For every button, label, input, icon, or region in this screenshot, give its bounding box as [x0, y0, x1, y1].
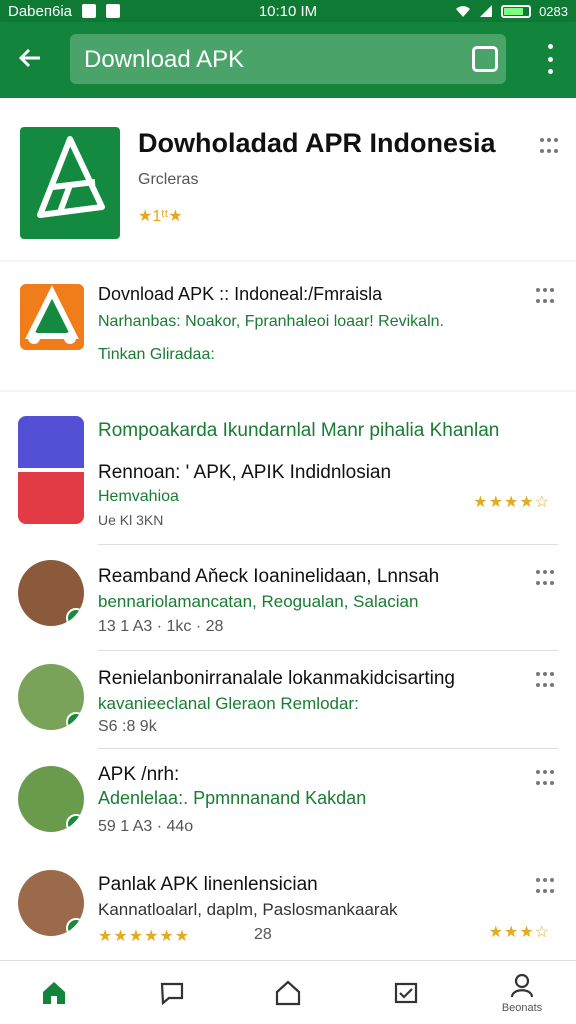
item-meta: 59 1 A3 · 44o	[98, 818, 194, 835]
nav-profile[interactable]: Beonats	[474, 961, 570, 1024]
rating-stars: ★1ᵗᵗ★	[138, 208, 183, 225]
item-title: Panlak APK linenlensician	[98, 874, 318, 895]
item-meta: 13 1 A3 · 1kc · 28	[98, 618, 224, 635]
app-notification-icon	[106, 4, 120, 18]
status-bar: Dabeп6ia 10:10 IM 0283	[0, 0, 576, 22]
list-item[interactable]: ✓ Panlak APK linenlensician Kannatloalar…	[0, 862, 576, 960]
more-options-icon[interactable]	[536, 878, 554, 896]
verified-check-icon: ✓	[66, 712, 84, 730]
wifi-icon	[456, 6, 471, 17]
bottom-nav: Beonats	[0, 960, 576, 1024]
chat-icon	[160, 982, 184, 1006]
store-icon	[275, 980, 301, 1006]
featured-meta: Tinkan Gliradaa:	[98, 346, 215, 363]
verified-check-icon: ✓	[66, 918, 84, 936]
more-options-icon[interactable]	[536, 770, 554, 788]
verified-check-icon: ✓	[66, 814, 84, 832]
featured-subtitle: Narhanbas: Noakor, Fpranhaleoi loaar! Re…	[98, 313, 444, 330]
divider	[98, 544, 558, 545]
rating-stars-right: ★★★☆	[488, 924, 550, 941]
item-meta: 28	[254, 926, 272, 943]
developer-name[interactable]: Grclerаs	[138, 171, 198, 189]
nav-home[interactable]	[6, 961, 102, 1024]
divider	[98, 748, 558, 749]
nav-tasks[interactable]	[358, 961, 454, 1024]
dual-app-icon	[18, 416, 84, 524]
app-title: Dowholadad APR Indonesia	[138, 128, 496, 158]
list-item[interactable]: ✓ Renielanbonirranalale lokanmakidcisart…	[0, 654, 576, 752]
avatar: ✓	[18, 560, 84, 626]
more-options-icon[interactable]	[536, 672, 554, 690]
back-arrow-icon[interactable]	[16, 44, 46, 74]
item-title: Renielanbonirranalale lokanmakidcisartin…	[98, 668, 455, 689]
list-item[interactable]: ✓ Reamband Aňeck Ioaninelidaan, Lnnsah b…	[0, 548, 576, 652]
more-options-icon[interactable]	[536, 288, 554, 306]
search-field[interactable]: Download APK	[70, 34, 506, 84]
notification-icon	[82, 4, 96, 18]
more-options-icon[interactable]	[536, 570, 554, 588]
rating-stars: ★★★★★★	[98, 928, 191, 945]
item-title: APK /nrh:	[98, 764, 180, 785]
item-subtitle: Adenlelaa:. Ppmnnanand Kakdan	[98, 788, 367, 808]
featured-app-icon	[20, 284, 84, 350]
divider	[98, 650, 558, 651]
search-input[interactable]: Download APK	[84, 46, 244, 74]
item-title: Reamband Aňeck Ioaninelidaan, Lnnsah	[98, 566, 440, 587]
share-icon[interactable]	[472, 46, 498, 72]
checkbox-icon	[394, 982, 418, 1004]
more-options-icon[interactable]	[540, 138, 558, 156]
featured-title: Dovnload APK :: Indoneal:/Fmraisla	[98, 284, 383, 304]
item-subtitle: bennariolamancatan, Reogualan, Salacian	[98, 592, 419, 611]
clock: 10:10 IM	[258, 2, 318, 20]
signal-icon	[480, 5, 493, 17]
app-logo-icon	[20, 127, 120, 239]
battery-percent: 0283	[539, 3, 568, 19]
home-icon	[43, 982, 65, 1004]
app-list: Rompoakarda Ikundarnlal Manr pihalia Kha…	[0, 392, 576, 960]
item-title: Rompoakarda Ikundarnlal Manr pihalia Kha…	[98, 420, 500, 441]
rating-stars: ★★★★☆	[473, 494, 550, 511]
overflow-menu-icon[interactable]	[546, 44, 554, 74]
list-item[interactable]: ✓ APK /nrh: Adenlelaa:. Ppmnnanand Kakda…	[0, 754, 576, 854]
avatar: ✓	[18, 664, 84, 730]
item-size: Ue Kl 3KN	[98, 512, 164, 528]
nav-chat[interactable]	[124, 961, 220, 1024]
item-meta: S6 :8 9k	[98, 718, 157, 735]
item-subtitle: kavanieeclanal Gleraon Remlodar:	[98, 694, 359, 713]
avatar: ✓	[18, 870, 84, 936]
app-bar: Download APK	[0, 22, 576, 98]
nav-store[interactable]	[240, 961, 336, 1024]
item-subtitle: Kannatloalarl, daplm, Paslosmankaarak	[98, 900, 398, 919]
verified-check-icon: ✓	[66, 608, 84, 626]
item-subtitle: Rennoan: ' APK, APIK Indidnlosian	[98, 462, 392, 483]
item-category: Hemvahioa	[98, 488, 179, 505]
list-item[interactable]: Rompoakarda Ikundarnlal Manr pihalia Kha…	[0, 392, 576, 542]
profile-icon	[510, 973, 534, 998]
avatar: ✓	[18, 766, 84, 832]
battery-icon	[501, 4, 532, 18]
nav-profile-label: Beonats	[501, 1002, 543, 1014]
carrier-label: Dabeп6ia	[8, 2, 72, 20]
